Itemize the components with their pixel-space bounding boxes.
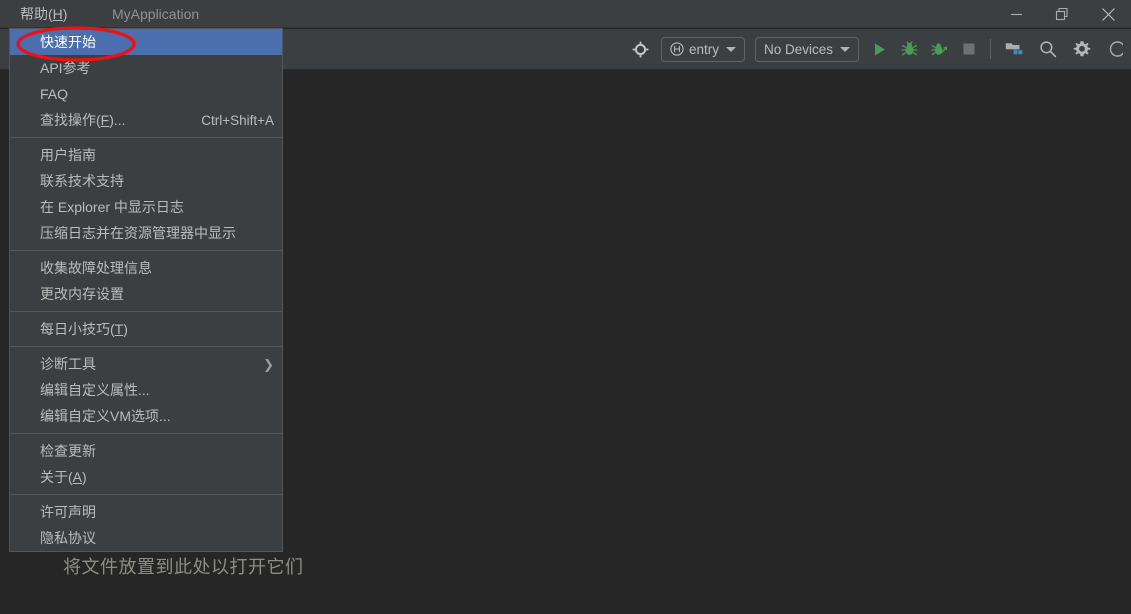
menu-item-privacy-policy[interactable]: 隐私协议 xyxy=(10,525,282,551)
stop-button[interactable] xyxy=(954,29,984,69)
menu-item-show-log-in-explorer-label: 在 Explorer 中显示日志 xyxy=(40,199,184,215)
drop-files-hint: 将文件放置到此处以打开它们 xyxy=(63,557,304,577)
menu-item-faq-label: FAQ xyxy=(40,86,69,102)
menu-separator xyxy=(10,137,282,138)
bug-attach-icon xyxy=(930,42,947,55)
run-configuration-selector[interactable]: entry xyxy=(660,36,745,62)
menubar-item-help-label-before: 帮助( xyxy=(20,6,53,22)
harmony-module-icon xyxy=(670,42,684,56)
menu-item-user-guide[interactable]: 用户指南 xyxy=(10,142,282,168)
bug-icon xyxy=(901,40,917,55)
menubar-item-help[interactable]: 帮助(H) xyxy=(10,0,77,28)
close-icon xyxy=(1101,7,1115,21)
run-button[interactable] xyxy=(864,29,894,69)
menu-item-diagnostic-tools[interactable]: 诊断工具 ❯ xyxy=(10,351,282,377)
debug-button[interactable] xyxy=(894,29,924,69)
chevron-down-icon xyxy=(840,46,850,52)
menu-bar: 帮助(H) xyxy=(0,0,77,28)
chevron-right-icon: ❯ xyxy=(263,356,274,372)
menu-item-collect-troubleshooting-info[interactable]: 收集故障处理信息 xyxy=(10,255,282,281)
target-icon xyxy=(633,41,649,57)
menu-separator xyxy=(10,311,282,312)
play-icon xyxy=(874,43,885,55)
menu-item-check-for-updates-label: 检查更新 xyxy=(40,443,96,459)
menu-item-license-statement[interactable]: 许可声明 xyxy=(10,499,282,525)
restore-icon xyxy=(1055,7,1068,20)
menu-item-tip-of-the-day-label-after: ) xyxy=(123,321,128,337)
stop-square-icon xyxy=(963,43,975,55)
menu-item-find-action-label-after: )... xyxy=(109,112,126,128)
menu-item-find-action[interactable]: 查找操作(F)... Ctrl+Shift+A xyxy=(10,107,282,133)
menu-item-compress-logs-and-show[interactable]: 压缩日志并在资源管理器中显示 xyxy=(10,220,282,246)
menu-item-contact-support-label: 联系技术支持 xyxy=(40,173,124,189)
select-opened-file-button[interactable] xyxy=(626,29,656,69)
menu-item-compress-logs-and-show-label: 压缩日志并在资源管理器中显示 xyxy=(40,225,236,241)
menu-item-quick-start-label: 快速开始 xyxy=(40,34,96,50)
menu-item-about-label-before: 关于( xyxy=(40,469,73,485)
toolbar-actions: entry No Devices xyxy=(626,29,1131,69)
menu-item-edit-custom-vm-options[interactable]: 编辑自定义VM选项... xyxy=(10,403,282,429)
account-button[interactable] xyxy=(1099,29,1129,69)
menu-item-license-statement-label: 许可声明 xyxy=(40,504,96,520)
window-controls xyxy=(993,0,1131,28)
menu-item-quick-start[interactable]: 快速开始 xyxy=(10,29,282,55)
menu-item-change-memory-settings[interactable]: 更改内存设置 xyxy=(10,281,282,307)
search-icon xyxy=(1040,41,1057,58)
toolbar-separator xyxy=(990,39,991,59)
menu-item-find-action-mnemonic: F xyxy=(100,112,110,128)
menu-item-tip-of-the-day-label-before: 每日小技巧( xyxy=(40,321,115,337)
chevron-down-icon xyxy=(725,46,736,52)
device-selector-label: No Devices xyxy=(763,41,833,57)
menu-item-find-action-shortcut: Ctrl+Shift+A xyxy=(201,112,274,128)
gear-icon xyxy=(1073,41,1091,57)
menubar-item-help-mnemonic: H xyxy=(52,6,63,22)
minimize-button[interactable] xyxy=(993,0,1039,28)
menu-item-api-reference-label: API参考 xyxy=(40,60,91,76)
menu-item-collect-troubleshooting-info-label: 收集故障处理信息 xyxy=(40,260,152,276)
menu-separator xyxy=(10,250,282,251)
menu-item-tip-of-the-day-label: 每日小技巧(T) xyxy=(40,319,128,339)
menubar-item-help-label-after: ) xyxy=(62,6,68,22)
menu-item-api-reference[interactable]: API参考 xyxy=(10,55,282,81)
close-button[interactable] xyxy=(1085,0,1131,28)
menu-item-change-memory-settings-label: 更改内存设置 xyxy=(40,286,124,302)
menu-item-about-label: 关于(A) xyxy=(40,467,87,487)
menu-item-about-mnemonic: A xyxy=(72,469,83,485)
run-configuration-label: entry xyxy=(688,41,719,57)
menu-item-find-action-label-before: 查找操作( xyxy=(40,112,101,128)
menu-separator xyxy=(10,346,282,347)
menu-separator xyxy=(10,494,282,495)
menu-item-find-action-label: 查找操作(F)... xyxy=(40,110,126,130)
settings-button[interactable] xyxy=(1065,29,1099,69)
menu-item-tip-of-the-day[interactable]: 每日小技巧(T) xyxy=(10,316,282,342)
menu-item-edit-custom-properties-label: 编辑自定义属性... xyxy=(40,382,150,398)
project-structure-icon xyxy=(1005,43,1023,55)
device-selector[interactable]: No Devices xyxy=(754,36,859,62)
menu-item-diagnostic-tools-label: 诊断工具 xyxy=(40,356,96,372)
title-bar: 帮助(H) MyApplication xyxy=(0,0,1131,28)
attach-debugger-button[interactable] xyxy=(924,29,954,69)
menu-item-privacy-policy-label: 隐私协议 xyxy=(40,530,96,546)
menu-item-check-for-updates[interactable]: 检查更新 xyxy=(10,438,282,464)
app-title: MyApplication xyxy=(112,6,200,22)
restore-button[interactable] xyxy=(1039,0,1085,28)
application-window: 帮助(H) MyApplication entry No Devices 将文件… xyxy=(0,0,1131,614)
menu-item-contact-support[interactable]: 联系技术支持 xyxy=(10,168,282,194)
menu-item-show-log-in-explorer[interactable]: 在 Explorer 中显示日志 xyxy=(10,194,282,220)
menu-item-user-guide-label: 用户指南 xyxy=(40,147,96,163)
minimize-icon xyxy=(1010,13,1022,15)
menu-item-about-label-after: ) xyxy=(82,469,87,485)
account-circle-icon xyxy=(1109,41,1123,57)
project-structure-button[interactable] xyxy=(997,29,1031,69)
menu-item-tip-of-the-day-mnemonic: T xyxy=(114,321,124,337)
menu-item-faq[interactable]: FAQ xyxy=(10,81,282,107)
menu-item-edit-custom-vm-options-label: 编辑自定义VM选项... xyxy=(40,408,171,424)
menu-separator xyxy=(10,433,282,434)
menu-item-about[interactable]: 关于(A) xyxy=(10,464,282,490)
menubar-overflow-stub[interactable] xyxy=(0,0,10,28)
menu-item-edit-custom-properties[interactable]: 编辑自定义属性... xyxy=(10,377,282,403)
search-everywhere-button[interactable] xyxy=(1031,29,1065,69)
help-dropdown-menu: 快速开始 API参考 FAQ 查找操作(F)... Ctrl+Shift+A 用户指南联系… xyxy=(9,28,283,552)
